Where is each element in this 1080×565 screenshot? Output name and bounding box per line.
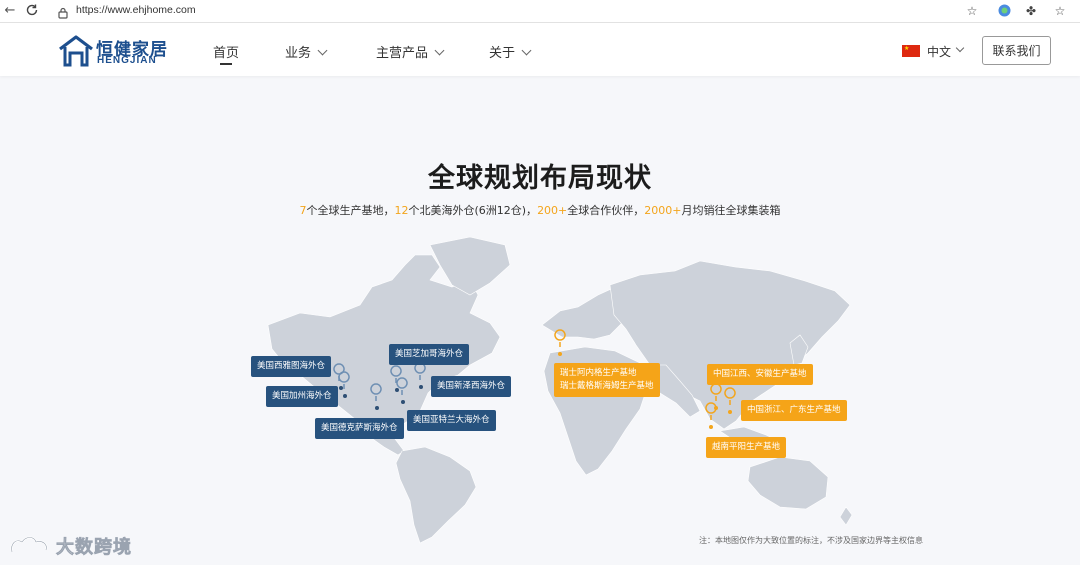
section-title: 全球规划布局现状 <box>428 163 652 194</box>
world-map-graphic <box>267 236 853 544</box>
watermark-text: 大数跨境 <box>56 537 132 559</box>
chevron-down-icon <box>317 45 328 56</box>
nav-about-label: 关于 <box>489 46 516 61</box>
stat-bases-text: 个全球生产基地， <box>306 204 395 217</box>
contact-us-button[interactable]: 联系我们 <box>982 36 1051 65</box>
map-tag-california: 美国加州海外仓 <box>266 386 338 407</box>
brand-logo[interactable]: 恒健家居 HENGJIAN <box>58 33 173 69</box>
stat-warehouses-count: 12 <box>394 204 409 217</box>
nav-business[interactable]: 业务 <box>285 42 328 61</box>
extension-icon[interactable] <box>997 4 1011 18</box>
map-tag-zhejiang-guangdong: 中国浙江、广东生产基地 <box>741 400 847 421</box>
map-tag-switzerland: 瑞士阿内格生产基地 瑞士戴格斯海姆生产基地 <box>554 363 660 397</box>
stat-containers-count: 2000+ <box>644 204 682 217</box>
language-label: 中文 <box>927 45 952 59</box>
watermark-logo-icon <box>10 536 48 553</box>
puzzle-icon[interactable]: ✤ <box>1024 4 1038 18</box>
stat-partners-count: 200+ <box>537 204 568 217</box>
map-tag-texas: 美国德克萨斯海外仓 <box>315 418 404 439</box>
bookmark-star-icon[interactable]: ☆ <box>965 4 979 18</box>
logo-text-en: HENGJIAN <box>97 55 157 66</box>
map-tag-jiangxi-anhui: 中国江西、安徽生产基地 <box>707 364 813 385</box>
nav-home[interactable]: 首页 <box>213 42 239 61</box>
nav-business-label: 业务 <box>285 46 312 61</box>
nav-products-label: 主营产品 <box>376 46 429 61</box>
map-tag-switzerland-line1: 瑞士阿内格生产基地 <box>560 368 637 378</box>
chevron-down-icon <box>434 45 445 56</box>
china-flag-icon: ★ <box>902 45 920 57</box>
nav-active-indicator <box>220 63 232 65</box>
map-tag-chicago: 美国芝加哥海外仓 <box>389 344 470 365</box>
stat-containers-text: 月均销往全球集装箱 <box>681 204 781 217</box>
map-tag-new-jersey: 美国新泽西海外仓 <box>431 376 512 397</box>
url-text: https://www.ehjhome.com <box>76 4 196 16</box>
nav-home-label: 首页 <box>213 46 240 61</box>
map-tag-seattle: 美国西雅图海外仓 <box>251 356 332 377</box>
site-header: 恒健家居 HENGJIAN 首页 业务 主营产品 关于 ★ 中文 联系我们 <box>0 23 1080 76</box>
favorites-icon[interactable]: ☆ <box>1053 4 1067 18</box>
stat-partners-text: 全球合作伙伴， <box>567 204 645 217</box>
browser-toolbar: ← https://www.ehjhome.com ☆ ✤ ☆ <box>0 0 1080 23</box>
map-tag-atlanta: 美国亚特兰大海外仓 <box>407 410 496 431</box>
chevron-down-icon <box>955 43 965 53</box>
reload-icon[interactable] <box>24 3 40 19</box>
site-info-icon[interactable] <box>58 4 68 19</box>
nav-products[interactable]: 主营产品 <box>376 42 445 61</box>
back-icon[interactable]: ← <box>2 3 18 19</box>
world-map: 美国西雅图海外仓 美国芝加哥海外仓 美国加州海外仓 美国新泽西海外仓 美国德克萨… <box>0 225 1080 545</box>
map-disclaimer: 注：本地图仅作为大致位置的标注，不涉及国家边界等主权信息 <box>699 536 923 545</box>
section-subtitle: 7个全球生产基地，12个北美海外仓(6洲12仓)，200+全球合作伙伴，2000… <box>0 202 1080 218</box>
chevron-down-icon <box>521 45 532 56</box>
nav-about[interactable]: 关于 <box>489 42 532 61</box>
stat-warehouses-text: 个北美海外仓(6洲12仓)， <box>408 204 538 217</box>
map-tag-vietnam: 越南平阳生产基地 <box>706 437 787 458</box>
map-tag-switzerland-line2: 瑞士戴格斯海姆生产基地 <box>560 381 654 391</box>
address-bar[interactable]: https://www.ehjhome.com <box>50 1 990 20</box>
